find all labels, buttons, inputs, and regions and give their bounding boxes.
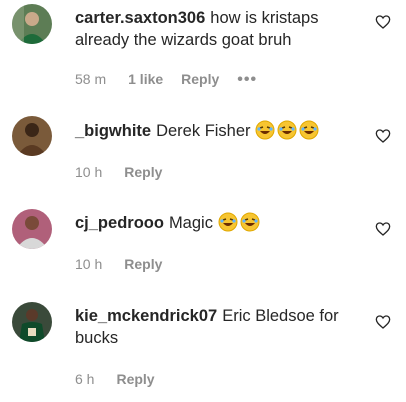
avatar[interactable]	[12, 302, 52, 342]
laughing-emoji-icon	[277, 120, 297, 140]
comment-text: _bigwhite Derek Fisher	[75, 120, 365, 142]
laughing-emoji-icon	[240, 212, 260, 232]
comment-meta: 58 m 1 like Reply •••	[75, 70, 257, 89]
comment-username[interactable]: _bigwhite	[75, 122, 151, 140]
comment-username[interactable]: kie_mckendrick07	[75, 307, 217, 325]
comment-time: 58 m	[75, 71, 107, 87]
laughing-emoji-icon	[218, 212, 238, 232]
emoji-group	[255, 120, 321, 140]
reply-button[interactable]: Reply	[124, 256, 162, 272]
comment-time: 10 h	[75, 256, 103, 272]
emoji-group	[218, 212, 262, 232]
avatar[interactable]	[12, 116, 52, 156]
avatar[interactable]	[12, 209, 52, 249]
comment-username[interactable]: cj_pedrooo	[75, 214, 164, 232]
comment-meta: 6 h Reply	[75, 370, 173, 388]
laughing-emoji-icon	[255, 120, 275, 140]
comment-text: carter.saxton306 how is kristaps already …	[75, 7, 365, 51]
comment-body: Derek Fisher	[156, 122, 251, 140]
laughing-emoji-icon	[299, 120, 319, 140]
heart-outline-icon[interactable]	[375, 314, 391, 330]
comment-username[interactable]: carter.saxton306	[75, 9, 205, 27]
comment-time: 6 h	[75, 371, 95, 387]
reply-button[interactable]: Reply	[124, 164, 162, 180]
heart-outline-icon[interactable]	[375, 14, 391, 30]
comment-text: kie_mckendrick07 Eric Bledsoe for bucks	[75, 305, 365, 349]
avatar[interactable]	[12, 4, 52, 44]
more-options-icon[interactable]: •••	[237, 71, 257, 88]
comment-meta: 10 h Reply	[75, 255, 180, 273]
comment-meta: 10 h Reply	[75, 163, 180, 181]
comment-text: cj_pedrooo Magic	[75, 212, 365, 234]
comment-time: 10 h	[75, 164, 103, 180]
likes-count-link[interactable]: 1 like	[128, 71, 163, 87]
reply-button[interactable]: Reply	[116, 371, 154, 387]
heart-outline-icon[interactable]	[375, 128, 391, 144]
reply-button[interactable]: Reply	[181, 71, 219, 87]
heart-outline-icon[interactable]	[375, 221, 391, 237]
comment-body: Magic	[168, 214, 213, 232]
